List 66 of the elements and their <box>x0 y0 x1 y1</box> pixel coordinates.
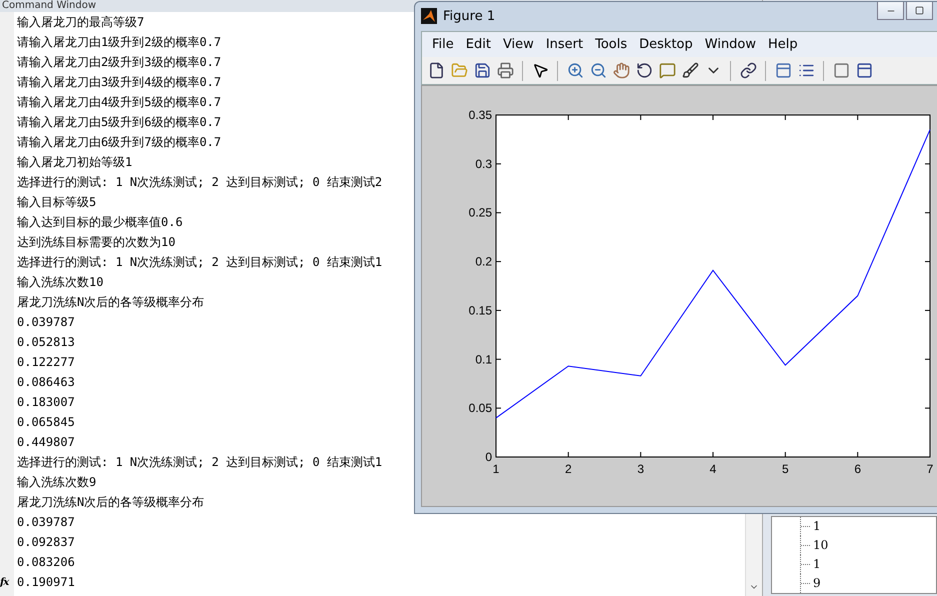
x-tick-label: 3 <box>637 462 644 476</box>
menu-item[interactable]: Help <box>764 34 802 54</box>
y-tick-label: 0.25 <box>468 206 492 220</box>
x-tick-label: 5 <box>782 462 789 476</box>
console-line: 请输入屠龙刀由5级升到6级的概率0.7 <box>17 114 222 131</box>
console-line: 达到洗练目标需要的次数为10 <box>17 234 176 251</box>
y-tick-label: 0.3 <box>475 156 492 171</box>
tree-item[interactable]: 9 <box>800 574 821 593</box>
menu-item[interactable]: Desktop <box>635 34 697 54</box>
printer-icon[interactable] <box>495 60 515 80</box>
y-tick-label: 0.1 <box>475 352 492 366</box>
console-line: 请输入屠龙刀由4级升到5级的概率0.7 <box>17 94 222 111</box>
console-line: 输入屠龙刀初始等级1 <box>17 154 132 171</box>
x-tick-label: 1 <box>492 462 500 476</box>
app-logo-icon <box>421 8 437 24</box>
console-line: 0.183007 <box>17 394 75 411</box>
console-line: 选择进行的测试: 1 N次洗练测试; 2 达到目标测试; 0 结束测试2 <box>17 174 382 191</box>
menu-item[interactable]: File <box>428 34 458 54</box>
console-line: 输入目标等级5 <box>17 194 96 211</box>
brush-icon[interactable] <box>680 60 700 80</box>
console-line: 0.086463 <box>17 374 75 391</box>
y-tick-label: 0 <box>485 450 492 464</box>
console-line: 请输入屠龙刀由2级升到3级的概率0.7 <box>17 54 222 71</box>
x-tick-label: 2 <box>565 462 572 476</box>
console-line: 0.122277 <box>17 354 75 371</box>
console-line: 屠龙刀洗练N次后的各等级概率分布 <box>17 294 204 311</box>
console-line: 请输入屠龙刀由1级升到2级的概率0.7 <box>17 34 222 51</box>
console-line: 0.052813 <box>17 334 75 351</box>
x-tick-label: 6 <box>854 462 861 476</box>
console-line: 选择进行的测试: 1 N次洗练测试; 2 达到目标测试; 0 结束测试1 <box>17 254 382 271</box>
menu-item[interactable]: Insert <box>542 34 588 54</box>
console-line: 输入洗练次数10 <box>17 274 104 291</box>
hand-icon[interactable] <box>611 60 631 80</box>
maximize-icon <box>915 6 924 15</box>
console-line: 请输入屠龙刀由6级升到7级的概率0.7 <box>17 134 222 151</box>
menu-item[interactable]: Edit <box>462 34 495 54</box>
x-tick-label: 7 <box>926 462 934 476</box>
y-tick-label: 0.05 <box>468 401 492 416</box>
console-line: 输入洗练次数9 <box>17 474 96 491</box>
menu-item[interactable]: View <box>498 34 538 54</box>
console-line: 输入达到目标的最少概率值0.6 <box>17 214 183 231</box>
console-line: 选择进行的测试: 1 N次洗练测试; 2 达到目标测试; 0 结束测试1 <box>17 454 382 471</box>
console-line: 0.449807 <box>17 434 75 451</box>
y-tick-label: 0.2 <box>475 254 492 269</box>
link-icon[interactable] <box>738 60 758 80</box>
y-tick-label: 0.15 <box>468 303 492 318</box>
menu-item[interactable]: Window <box>700 34 760 54</box>
console-line: 0.065845 <box>17 414 75 431</box>
console-line: 0.039787 <box>17 514 75 531</box>
console-line: 0.190971 <box>17 574 75 591</box>
maximize-button[interactable] <box>906 2 933 20</box>
panel-title: Command Window <box>2 0 96 12</box>
y-tick-label: 0.35 <box>468 108 492 122</box>
console-line: 请输入屠龙刀由3级升到4级的概率0.7 <box>17 74 222 91</box>
minimize-button[interactable] <box>877 2 904 20</box>
console-line: 0.092837 <box>17 534 75 551</box>
window-title: Figure 1 <box>443 8 496 24</box>
menu-item[interactable]: Tools <box>591 34 632 54</box>
tree-item[interactable]: 10 <box>800 536 828 555</box>
x-tick-label: 4 <box>710 462 716 476</box>
console-line: 0.083206 <box>17 554 75 571</box>
console-line: 0.039787 <box>17 314 75 331</box>
tree-item[interactable]: 1 <box>800 517 821 536</box>
console-line: 输入屠龙刀的最高等级7 <box>17 14 144 31</box>
tree-item[interactable]: 1 <box>800 555 821 574</box>
console-line: 屠龙刀洗练N次后的各等级概率分布 <box>17 494 204 511</box>
